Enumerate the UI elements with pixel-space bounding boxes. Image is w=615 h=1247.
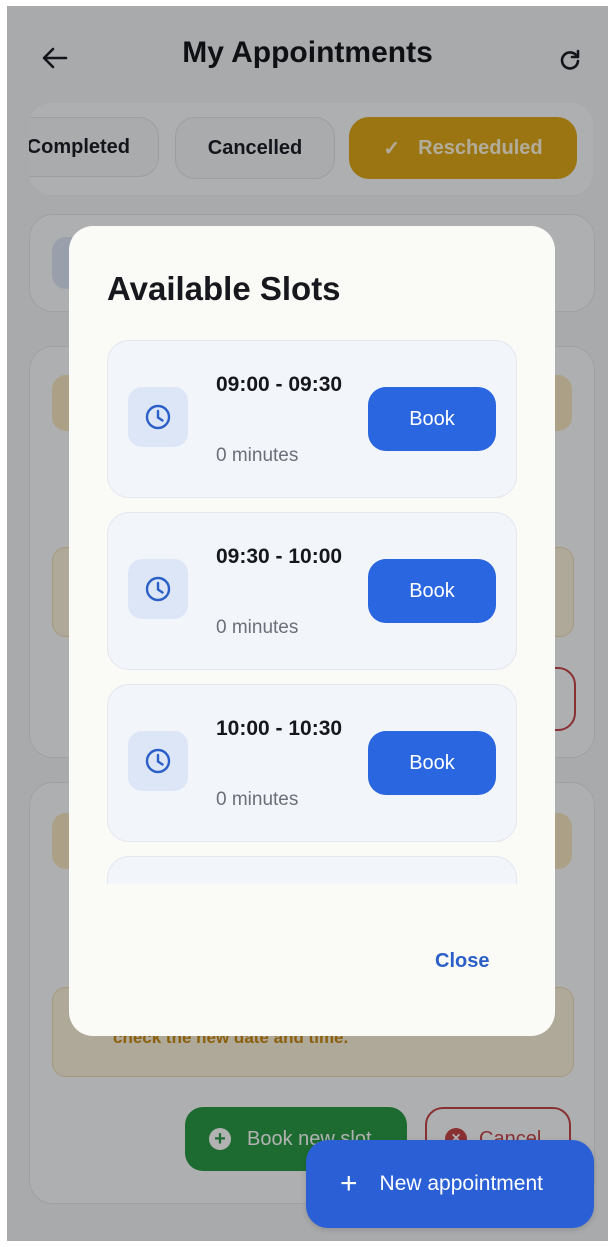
slot-list[interactable]: 09:00 - 09:30 0 minutes Book 09:30 - 10:… xyxy=(107,340,517,884)
clock-icon xyxy=(128,559,188,619)
book-slot-button[interactable]: Book xyxy=(368,731,496,795)
slot-time: 09:00 - 09:30 xyxy=(216,373,343,396)
slot-item-partial xyxy=(107,856,517,884)
clock-icon xyxy=(128,731,188,791)
slot-duration: 0 minutes xyxy=(216,445,299,466)
book-slot-button[interactable]: Book xyxy=(368,387,496,451)
slot-item: 09:30 - 10:00 0 minutes Book xyxy=(107,512,517,670)
new-appointment-fab[interactable]: + New appointment xyxy=(306,1140,594,1228)
available-slots-dialog: Available Slots 09:00 - 09:30 0 minutes … xyxy=(69,226,555,1036)
dialog-title: Available Slots xyxy=(107,270,341,307)
plus-icon: + xyxy=(340,1167,358,1200)
clock-icon xyxy=(128,387,188,447)
slot-time: 10:00 - 10:30 xyxy=(216,717,343,740)
fab-label: New appointment xyxy=(379,1172,543,1195)
book-slot-button[interactable]: Book xyxy=(368,559,496,623)
slot-duration: 0 minutes xyxy=(216,789,299,810)
slot-duration: 0 minutes xyxy=(216,617,299,638)
slot-item: 10:00 - 10:30 0 minutes Book xyxy=(107,684,517,842)
slot-item: 09:00 - 09:30 0 minutes Book xyxy=(107,340,517,498)
slot-time: 09:30 - 10:00 xyxy=(216,545,343,568)
close-button[interactable]: Close xyxy=(425,944,499,979)
appointments-screen: My Appointments Completed Cancelled ✓ Re… xyxy=(7,6,608,1241)
